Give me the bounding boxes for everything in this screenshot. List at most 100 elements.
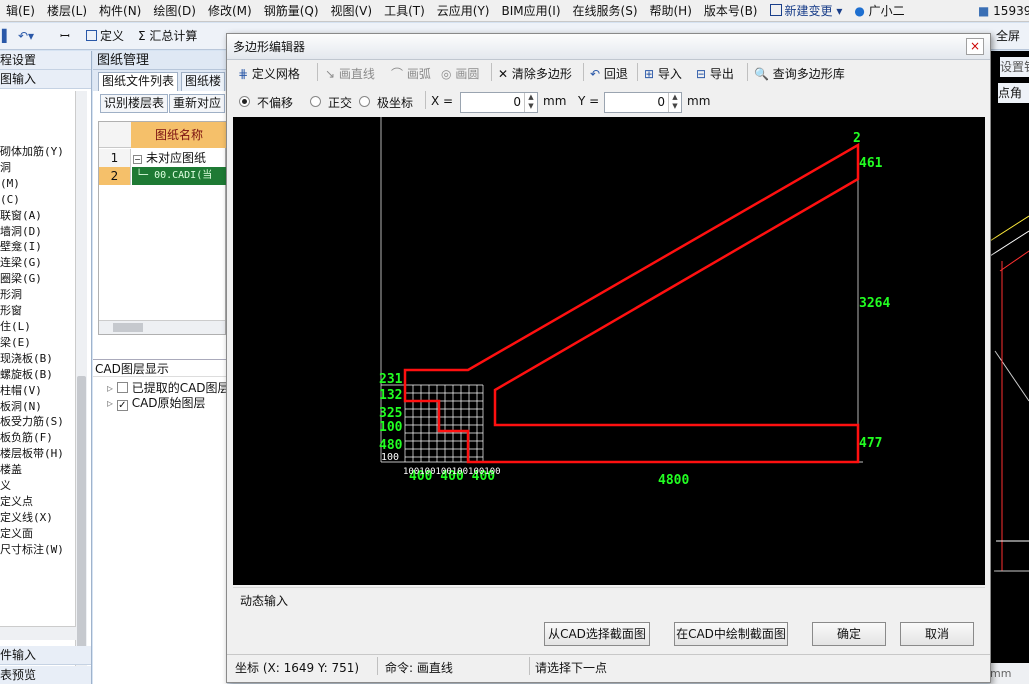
import-button[interactable]: ⊞ 导入 — [644, 66, 682, 82]
tree-item[interactable]: (C) — [0, 192, 76, 208]
project-settings-header[interactable]: 程设置 — [0, 51, 91, 70]
drawing-name-column[interactable]: 图纸名称 — [131, 122, 227, 148]
ortho-radio[interactable] — [310, 96, 321, 107]
menu-view[interactable]: 视图(V) — [325, 0, 379, 21]
table-row[interactable]: 2 └─ 00.CADI(当 — [99, 167, 227, 185]
menu-bim[interactable]: BIM应用(I) — [495, 0, 566, 21]
collapse-icon[interactable]: − — [133, 155, 142, 164]
menu-tools[interactable]: 工具(T) — [378, 0, 431, 21]
tree-item[interactable]: 义 — [0, 478, 76, 494]
tree-item[interactable]: 板洞(N) — [0, 399, 76, 415]
tree-item[interactable]: (M) — [0, 176, 76, 192]
menu-draw[interactable]: 绘图(D) — [147, 0, 202, 21]
tree-item[interactable]: 板负筋(F) — [0, 430, 76, 446]
ok-button[interactable]: 确定 — [812, 622, 886, 646]
menu-floor[interactable]: 楼层(L) — [41, 0, 93, 21]
grid-hscrollbar[interactable] — [99, 320, 225, 334]
summary-button[interactable]: Σ 汇总计算 — [138, 27, 197, 45]
clear-polygon-button[interactable]: ✕ 清除多边形 — [498, 66, 572, 82]
tab-file-list[interactable]: 图纸文件列表 — [98, 72, 179, 91]
tree-item[interactable]: 联窗(A) — [0, 208, 76, 224]
component-input-footer[interactable]: 件输入 — [0, 646, 91, 665]
cancel-button[interactable]: 取消 — [900, 622, 974, 646]
right-settings-label[interactable]: 设置钅 — [1000, 57, 1029, 77]
user-button[interactable]: ● 广小二 — [848, 0, 910, 21]
tree-item[interactable]: 螺旋板(B) — [0, 367, 76, 383]
define-button[interactable]: 定义 — [86, 27, 124, 45]
draw-in-cad-button[interactable]: 在CAD中绘制截面图 — [674, 622, 788, 646]
menu-cloud[interactable]: 云应用(Y) — [431, 0, 496, 21]
remap-button[interactable]: 重新对应 — [169, 94, 226, 113]
tree-item[interactable]: 定义面 — [0, 526, 76, 542]
pin-icon[interactable]: ꟷ — [60, 27, 70, 45]
tree-item[interactable]: 洞 — [0, 160, 76, 176]
tree-item[interactable]: 梁(E) — [0, 335, 76, 351]
table-row[interactable]: 1 − 未对应图纸 — [99, 149, 227, 167]
tree-item[interactable]: 楼盖 — [0, 462, 76, 478]
dim-bottom-main: 4800 — [658, 473, 689, 488]
tree-item[interactable]: 柱帽(V) — [0, 383, 76, 399]
tree-item[interactable]: 定义线(X) — [0, 510, 76, 526]
tree-item[interactable]: 墙洞(D) — [0, 224, 76, 240]
export-button[interactable]: ⊟ 导出 — [696, 66, 734, 82]
tree-item[interactable]: 住(L) — [0, 319, 76, 335]
tree-item[interactable]: 尺寸标注(W) — [0, 542, 76, 558]
polar-radio[interactable] — [359, 96, 370, 107]
tree-item[interactable]: 现浇板(B) — [0, 351, 76, 367]
menu-help[interactable]: 帮助(H) — [644, 0, 698, 21]
draw-circle-button[interactable]: ◎ 画圆 — [441, 66, 479, 82]
tree-item[interactable]: 形洞 — [0, 287, 76, 303]
account-button[interactable]: ■ 15939 — [972, 0, 1029, 21]
scroll-thumb[interactable] — [113, 323, 143, 332]
x-input[interactable]: 0 ▲ ▼ — [460, 92, 538, 113]
tree-item[interactable]: 壁龛(I) — [0, 239, 76, 255]
polygon-outline[interactable] — [403, 142, 860, 464]
dim-left-6: 100 — [381, 452, 399, 463]
tree-item[interactable]: 砌体加筋(Y) — [0, 144, 76, 160]
layer-checkbox[interactable]: ✓ — [116, 400, 128, 411]
toolbar-arrow-icon[interactable]: ▌ — [2, 27, 11, 45]
undo-icon[interactable]: ↶▾ — [18, 27, 34, 45]
tree-item[interactable]: 圈梁(G) — [0, 271, 76, 287]
tab-floor[interactable]: 图纸楼 — [181, 72, 226, 91]
expand-icon[interactable]: ▹ — [107, 396, 113, 410]
tree-item[interactable]: 板受力筋(S) — [0, 414, 76, 430]
drawing-canvas[interactable]: 2 461 3264 477 4800 400 400 400 231 132 … — [233, 117, 985, 585]
dynamic-input-tab[interactable]: 动态输入 — [233, 587, 985, 609]
expand-icon[interactable]: ▹ — [107, 381, 113, 395]
layer-item[interactable]: ▹ ✓ CAD原始图层 — [107, 394, 206, 411]
left-scrollbar[interactable] — [75, 91, 87, 681]
report-preview-footer[interactable]: 表预览 — [0, 666, 91, 684]
spin-arrows-icon[interactable]: ▲ ▼ — [668, 93, 681, 112]
menu-edit[interactable]: 辑(E) — [0, 0, 41, 21]
tree-item[interactable]: 连梁(G) — [0, 255, 76, 271]
tree-item[interactable]: 形窗 — [0, 303, 76, 319]
draw-line-button[interactable]: ↘ 画直线 — [325, 66, 375, 82]
drawing-input-header[interactable]: 图输入 — [0, 70, 91, 89]
y-input[interactable]: 0 ▲ ▼ — [604, 92, 682, 113]
layer-checkbox[interactable] — [116, 382, 128, 393]
menu-version[interactable]: 版本号(B) — [698, 0, 764, 21]
spin-arrows-icon[interactable]: ▲ ▼ — [524, 93, 537, 112]
no-offset-radio[interactable] — [239, 96, 250, 107]
select-from-cad-button[interactable]: 从CAD选择截面图 — [544, 622, 650, 646]
menu-component[interactable]: 构件(N) — [93, 0, 147, 21]
fullscreen-button[interactable]: 全屏 — [996, 27, 1020, 45]
scroll-thumb[interactable] — [77, 376, 86, 656]
tree-item[interactable]: 定义点 — [0, 494, 76, 510]
new-change-button[interactable]: 新建变更 ▾ — [764, 0, 849, 21]
undo-button[interactable]: ↶ 回退 — [590, 66, 628, 82]
query-library-button[interactable]: 🔍 查询多边形库 — [754, 66, 845, 82]
close-button[interactable]: × — [966, 38, 984, 55]
draw-arc-button[interactable]: ⌒ 画弧 — [391, 66, 431, 82]
menu-online[interactable]: 在线服务(S) — [567, 0, 644, 21]
left-hscrollbar[interactable] — [0, 626, 76, 640]
menu-modify[interactable]: 修改(M) — [202, 0, 258, 21]
point-angle-button[interactable]: 点角 — [998, 83, 1029, 103]
define-grid-button[interactable]: ⋕ 定义网格 — [238, 66, 300, 82]
cad-viewport[interactable]: 设置钅 点角 mm — [990, 51, 1029, 684]
menu-rebar[interactable]: 钢筋量(Q) — [258, 0, 325, 21]
dim-left-5: 480 — [379, 438, 403, 453]
identify-floor-button[interactable]: 识别楼层表 — [100, 94, 169, 113]
tree-item[interactable]: 楼层板带(H) — [0, 446, 76, 462]
